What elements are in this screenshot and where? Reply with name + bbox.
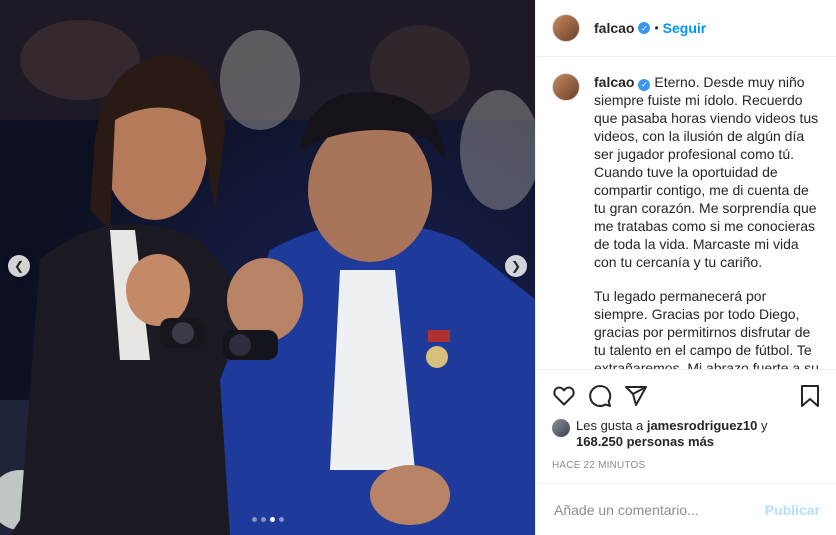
carousel-indicator bbox=[0, 517, 535, 522]
liker-avatar[interactable] bbox=[552, 419, 570, 437]
separator: • bbox=[654, 21, 659, 35]
share-icon[interactable] bbox=[624, 384, 648, 408]
avatar[interactable] bbox=[552, 14, 580, 42]
comment-box: Publicar bbox=[536, 483, 836, 535]
caption-body: falcao ✓ Eterno. Desde muy niño siempre f… bbox=[594, 73, 820, 369]
chevron-left-icon[interactable]: ❮ bbox=[8, 255, 30, 277]
follow-button[interactable]: Seguir bbox=[663, 20, 707, 36]
post-photo[interactable]: ❮ ❯ bbox=[0, 0, 535, 535]
verified-badge-icon: ✓ bbox=[638, 22, 651, 34]
post-timestamp[interactable]: HACE 22 MINUTOS bbox=[552, 460, 820, 471]
likes-prefix: Les gusta a bbox=[576, 418, 644, 433]
likes-conjunction: y bbox=[761, 418, 768, 433]
comment-icon[interactable] bbox=[588, 384, 612, 408]
heart-icon[interactable] bbox=[552, 384, 576, 408]
verified-badge-icon: ✓ bbox=[638, 79, 651, 91]
caption-paragraph-2: Tu legado permanecerá por siempre. Graci… bbox=[594, 287, 820, 369]
action-bar bbox=[552, 376, 820, 416]
likes-summary: Les gusta a jamesrodriguez10 y 168.250 p… bbox=[552, 418, 820, 450]
carousel-dot-active bbox=[269, 517, 275, 522]
post-header: falcao ✓ • Seguir bbox=[536, 0, 836, 57]
caption-username[interactable]: falcao bbox=[594, 74, 634, 90]
caption-avatar[interactable] bbox=[552, 73, 580, 101]
actions-section: Les gusta a jamesrodriguez10 y 168.250 p… bbox=[536, 369, 836, 483]
username[interactable]: falcao bbox=[594, 20, 634, 36]
photo-scene bbox=[0, 0, 535, 535]
chevron-right-icon[interactable]: ❯ bbox=[505, 255, 527, 277]
post-modal: ❮ ❯ falcao ✓ • Seguir falcao ✓ Eterno. De… bbox=[0, 0, 836, 535]
caption-text-2: Tu legado permanecerá por siempre. Graci… bbox=[594, 288, 819, 369]
carousel-dot bbox=[251, 517, 257, 522]
publish-button[interactable]: Publicar bbox=[765, 502, 820, 518]
likes-text: Les gusta a jamesrodriguez10 y 168.250 p… bbox=[576, 418, 768, 450]
post-sidebar: falcao ✓ • Seguir falcao ✓ Eterno. Desde … bbox=[535, 0, 836, 535]
likes-count[interactable]: 168.250 personas más bbox=[576, 434, 714, 449]
liker-username[interactable]: jamesrodriguez10 bbox=[647, 418, 758, 433]
comment-input[interactable] bbox=[552, 500, 765, 519]
caption: falcao ✓ Eterno. Desde muy niño siempre f… bbox=[536, 57, 836, 369]
carousel-dot bbox=[260, 517, 266, 522]
bookmark-icon[interactable] bbox=[798, 384, 822, 408]
caption-text-1: Eterno. Desde muy niño siempre fuiste mi… bbox=[594, 74, 819, 270]
carousel-dot bbox=[278, 517, 284, 522]
caption-paragraph-1: falcao ✓ Eterno. Desde muy niño siempre f… bbox=[594, 73, 820, 271]
